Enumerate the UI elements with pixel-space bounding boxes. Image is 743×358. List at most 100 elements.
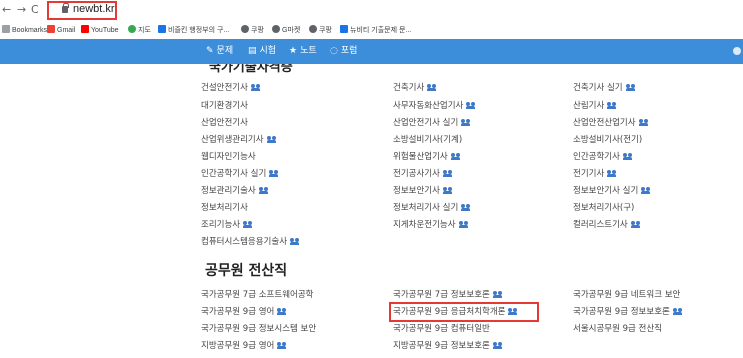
list-item[interactable]: 전기기사 (573, 168, 617, 180)
people-icon (442, 187, 453, 194)
list-item[interactable]: 국가공무원 9급 영어 (201, 306, 287, 318)
chat-icon: ◌ (330, 46, 338, 56)
list-item[interactable]: 컴퓨터시스템응용기술사 (201, 236, 300, 248)
url-input[interactable]: newbt.kr (73, 3, 115, 15)
list-item[interactable]: 국가공무원 9급 정보시스템 보안 (201, 323, 316, 335)
list-item[interactable]: 대기환경기사 (201, 100, 248, 112)
document-icon: ▤ (248, 46, 257, 56)
nav-exams-link[interactable]: ▤ 시험 (248, 45, 276, 58)
list-item[interactable]: 산업위생관리기사 (201, 134, 277, 146)
people-icon (243, 221, 253, 228)
list-item[interactable]: 위험물산업기사 (393, 151, 461, 163)
list-item[interactable]: 건축기사 (393, 82, 437, 94)
list-item[interactable]: 건설안전기사 (201, 82, 261, 94)
people-icon (277, 308, 287, 315)
list-item[interactable]: 정보관리기술사 (201, 185, 269, 197)
star-icon: ★ (289, 46, 298, 56)
nav-problems-link[interactable]: ✎ 문제 (206, 45, 233, 58)
back-arrow-icon[interactable]: ← (2, 3, 11, 17)
people-icon (630, 221, 641, 228)
forward-arrow-icon[interactable]: → (17, 3, 26, 17)
list-item[interactable]: 지방공무원 9급 정보보호론 (393, 340, 503, 352)
reload-icon[interactable]: C (31, 3, 39, 17)
bookmark-item[interactable]: 뉴비티 기출문제 문... (340, 25, 411, 36)
people-icon (269, 170, 279, 177)
people-icon (450, 153, 461, 160)
list-item[interactable]: 정보보안기사 (393, 185, 453, 197)
bookmarks-star-icon (2, 25, 10, 33)
list-item[interactable]: 국가공무원 9급 정보보호론 (573, 306, 683, 318)
list-item[interactable]: 서울시공무원 9급 전산직 (573, 323, 662, 335)
list-item[interactable]: 지게차운전기능사 (393, 219, 469, 231)
people-icon (466, 102, 476, 109)
list-item[interactable]: 산림기사 (573, 100, 617, 112)
people-icon (607, 102, 617, 109)
youtube-icon (81, 25, 89, 33)
bookmark-item[interactable]: YouTube (81, 25, 119, 36)
people-icon (622, 153, 633, 160)
lock-icon[interactable] (62, 3, 69, 13)
globe-icon (272, 25, 280, 33)
people-icon (461, 119, 471, 126)
list-item[interactable]: 국가공무원 7급 소프트웨어공학 (201, 289, 313, 301)
browser-address-bar-row: ← → C newbt.kr (0, 0, 743, 21)
list-item[interactable]: 지방공무원 9급 영어 (201, 340, 287, 352)
people-icon (250, 84, 261, 91)
list-item[interactable]: 산업안전산업기사 (573, 117, 649, 129)
bookmark-item[interactable]: G마켓 (272, 25, 300, 36)
site-nav-bar: ✎ 문제 ▤ 시험 ★ 노트 ◌ 포럼 (0, 39, 743, 64)
people-icon (442, 170, 453, 177)
people-icon (277, 342, 287, 349)
bookmark-item[interactable]: 쿠팡 (309, 25, 332, 36)
list-item[interactable]: 웹디자인기능사 (201, 151, 256, 163)
list-item[interactable]: 정보처리기사 실기 (393, 202, 471, 214)
item-highlight-box (389, 302, 539, 322)
people-icon (492, 342, 503, 349)
bookmarks-bar: Bookmarks Gmail YouTube 지도 비즐킨 행정부의 구...… (0, 21, 743, 39)
people-icon (492, 291, 503, 298)
list-item[interactable]: 정보처리기사 (201, 202, 248, 214)
globe-icon (241, 25, 249, 33)
section-title: 공무원 전산직 (205, 263, 288, 279)
list-item[interactable]: 건축기사 실기 (573, 82, 636, 94)
list-item[interactable]: 산업안전기사 (201, 117, 248, 129)
bookmark-item[interactable]: 비즐킨 행정부의 구... (158, 25, 229, 36)
bookmark-item[interactable]: 지도 (128, 25, 151, 36)
list-item[interactable]: 조리기능사 (201, 219, 253, 231)
people-icon (258, 187, 269, 194)
globe-icon (309, 25, 317, 33)
list-item[interactable]: 소방설비기사(전기) (573, 134, 642, 146)
user-icon[interactable] (733, 47, 741, 55)
people-icon (427, 84, 437, 91)
site-favicon-icon (340, 25, 348, 33)
list-item[interactable]: 정보처리기사(구) (573, 202, 634, 214)
list-item[interactable]: 소방설비기사(기계) (393, 134, 462, 146)
people-icon (625, 84, 636, 91)
people-icon (607, 170, 617, 177)
list-item[interactable]: 인간공학기사 (573, 151, 633, 163)
list-item[interactable]: 정보보안기사 실기 (573, 185, 651, 197)
people-icon (672, 308, 683, 315)
list-item[interactable]: 국가공무원 7급 정보보호론 (393, 289, 503, 301)
list-item[interactable]: 전기공사기사 (393, 168, 453, 180)
people-icon (266, 136, 277, 143)
list-item[interactable]: 국가공무원 9급 컴퓨터일반 (393, 323, 490, 335)
list-item[interactable]: 국가공무원 9급 네트워크 보안 (573, 289, 680, 301)
list-item[interactable]: 산업안전기사 실기 (393, 117, 471, 129)
edit-icon: ✎ (206, 46, 214, 56)
map-pin-icon (128, 25, 136, 33)
people-icon (290, 238, 300, 245)
list-item[interactable]: 컬러리스트기사 (573, 219, 641, 231)
list-item[interactable]: 사무자동화산업기사 (393, 100, 476, 112)
nav-notes-link[interactable]: ★ 노트 (289, 45, 317, 58)
bookmark-item[interactable]: 쿠팡 (241, 25, 264, 36)
list-item[interactable]: 인간공학기사 실기 (201, 168, 279, 180)
people-icon (638, 119, 649, 126)
people-icon (458, 221, 469, 228)
bookmark-item[interactable]: Bookmarks (2, 25, 47, 36)
site-favicon-icon (158, 25, 166, 33)
people-icon (461, 204, 471, 211)
bookmark-item[interactable]: Gmail (47, 25, 75, 36)
gmail-icon (47, 25, 55, 33)
nav-forum-link[interactable]: ◌ 포럼 (330, 45, 357, 58)
